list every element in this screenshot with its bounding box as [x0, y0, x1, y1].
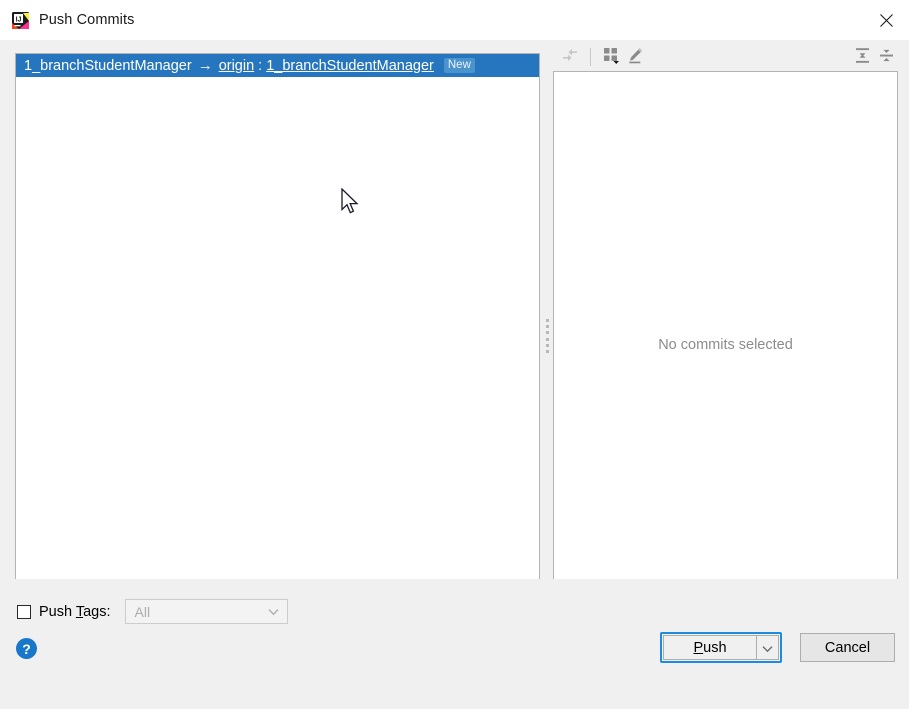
remote-branch-name-link[interactable]: 1_branchStudentManager: [266, 58, 434, 74]
push-button[interactable]: Push: [663, 635, 756, 660]
close-icon: [879, 13, 893, 27]
help-button[interactable]: ?: [16, 638, 37, 659]
push-tags-label: Push Tags:: [39, 604, 111, 620]
commits-list-panel[interactable]: 1_branchStudentManager → origin : 1_bran…: [15, 53, 540, 619]
branch-push-row[interactable]: 1_branchStudentManager → origin : 1_bran…: [16, 54, 539, 77]
svg-text:IJ: IJ: [16, 16, 22, 23]
push-tags-row: Push Tags: All: [17, 599, 288, 624]
push-tags-dropdown[interactable]: All: [124, 599, 288, 624]
edit-commit-message-icon: [627, 47, 644, 67]
no-commits-selected-message: No commits selected: [658, 337, 793, 353]
push-tags-label-pre: Push: [39, 603, 76, 620]
collapse-all-button[interactable]: [874, 45, 898, 69]
push-label-mnemonic: P: [693, 639, 704, 656]
cancel-button[interactable]: Cancel: [800, 633, 895, 662]
separator-colon: :: [258, 57, 263, 74]
dialog-content: 1_branchStudentManager → origin : 1_bran…: [0, 40, 909, 619]
new-badge: New: [443, 57, 475, 74]
push-tags-checkbox[interactable]: [17, 604, 31, 619]
dialog-footer: Push Tags: All ? Push Cancel: [0, 579, 909, 709]
expand-all-icon: [854, 47, 871, 67]
toolbar-separator: [590, 47, 591, 66]
push-label-post: ush: [703, 639, 727, 656]
dialog-button-bar: Push Cancel: [660, 632, 895, 663]
collapse-arrows-icon: [562, 47, 578, 66]
group-by-icon: [603, 47, 620, 67]
commit-details-panel: No commits selected: [553, 71, 898, 619]
collapse-all-icon: [878, 47, 895, 67]
chevron-down-icon: [261, 608, 287, 616]
push-options-dropdown-button[interactable]: [756, 635, 779, 660]
local-branch-name: 1_branchStudentManager: [24, 57, 192, 74]
edit-commit-message-button[interactable]: [623, 45, 647, 69]
close-button[interactable]: [863, 0, 909, 40]
push-tags-dropdown-value: All: [134, 603, 151, 620]
group-by-button[interactable]: [599, 45, 623, 69]
push-commits-dialog: IJ Push Commits 1_branchStudentManager →…: [0, 0, 909, 709]
title-bar: IJ Push Commits: [0, 0, 909, 40]
intellij-idea-icon: IJ: [12, 11, 29, 29]
details-toolbar: [553, 42, 898, 71]
push-tags-label-mnemonic: T: [75, 603, 84, 620]
arrow-right-icon: →: [197, 57, 213, 74]
push-tags-label-post: ags:: [83, 603, 111, 620]
push-split-button[interactable]: Push: [660, 632, 782, 663]
panel-splitter[interactable]: [541, 53, 553, 619]
remote-name-link[interactable]: origin: [219, 58, 254, 74]
collapse-arrows-button: [558, 45, 582, 69]
window-title: Push Commits: [39, 12, 135, 28]
chevron-down-icon: [762, 640, 773, 656]
question-mark-icon: ?: [22, 640, 31, 657]
splitter-grip-icon: [545, 319, 549, 353]
expand-all-button[interactable]: [850, 45, 874, 69]
